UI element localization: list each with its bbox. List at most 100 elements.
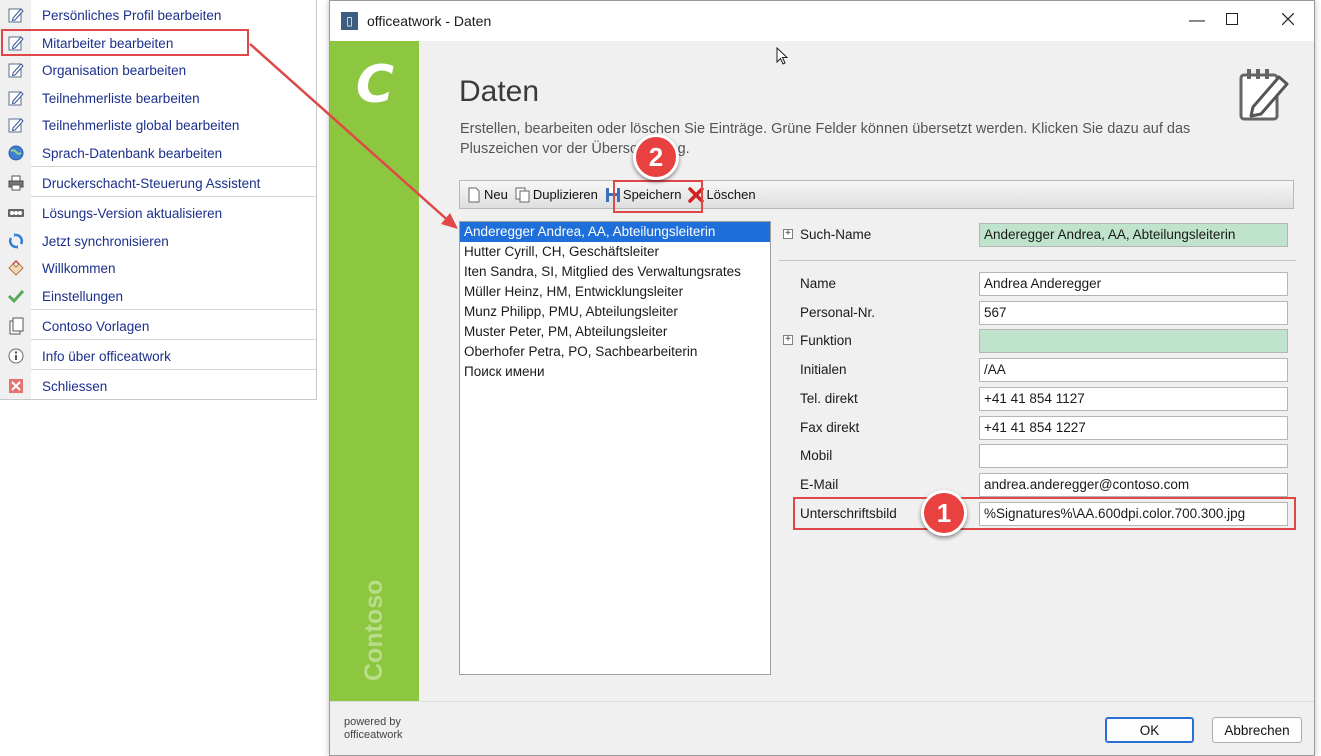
duplicate-button[interactable]: Duplizieren <box>515 184 598 206</box>
mobil-field[interactable] <box>979 444 1288 468</box>
fax-direkt-field[interactable]: +41 41 854 1227 <box>979 416 1288 440</box>
powered-by-text: powered by officeatwork <box>344 716 403 742</box>
menu-item-persoenliches-profil[interactable]: Persönliches Profil bearbeiten <box>0 2 316 28</box>
personal-nr-field[interactable]: 567 <box>979 301 1288 325</box>
menu-item-label: Einstellungen <box>42 288 124 304</box>
menu-item-label: Druckerschacht-Steuerung Assistent <box>42 175 261 191</box>
brand-sidebar: C Contoso <box>330 41 419 701</box>
funktion-field[interactable] <box>979 329 1288 353</box>
expand-icon[interactable]: + <box>783 335 793 345</box>
ok-button[interactable]: OK <box>1105 717 1194 743</box>
callout-badge-1: 1 <box>921 490 967 536</box>
field-label: Name <box>800 276 837 291</box>
field-row-email: E-Mail andrea.anderegger@contoso.com <box>779 473 1299 497</box>
field-row-name: Name Andrea Anderegger <box>779 272 1299 296</box>
menu-item-label: Jetzt synchronisieren <box>42 233 169 249</box>
edit-icon <box>0 116 31 134</box>
toolbar: Neu Duplizieren Speichern Löschen <box>459 180 1294 209</box>
menu-item-contoso-vorlagen[interactable]: Contoso Vorlagen <box>0 313 316 339</box>
field-label: Personal-Nr. <box>800 305 876 320</box>
list-item[interactable]: Поиск имени <box>460 362 770 382</box>
field-row-mobil: Mobil <box>779 444 1299 468</box>
name-field[interactable]: Andrea Anderegger <box>979 272 1288 296</box>
menu-item-organisation[interactable]: Organisation bearbeiten <box>0 57 316 83</box>
list-item[interactable]: Oberhofer Petra, PO, Sachbearbeiterin <box>460 342 770 362</box>
field-label: Tel. direkt <box>800 391 858 406</box>
edit-document-icon <box>1237 67 1293 128</box>
menu-separator <box>31 166 316 167</box>
context-menu: Persönliches Profil bearbeiten Mitarbeit… <box>0 0 317 400</box>
dialog-footer: powered by officeatwork OK Abbrechen <box>330 701 1314 755</box>
list-item[interactable]: Iten Sandra, SI, Mitglied des Verwaltung… <box>460 262 770 282</box>
highlight-box-mitarbeiter <box>1 29 249 56</box>
menu-item-druckerschacht[interactable]: Druckerschacht-Steuerung Assistent <box>0 170 316 196</box>
update-icon <box>0 204 31 222</box>
field-row-initialen: Initialen /AA <box>779 358 1299 382</box>
close-icon <box>1281 12 1295 30</box>
menu-item-label: Contoso Vorlagen <box>42 318 150 334</box>
field-row-funktion: + Funktion <box>779 329 1299 353</box>
title-bar: ▯ officeatwork - Daten — <box>330 1 1314 41</box>
menu-separator <box>31 196 316 197</box>
initialen-field[interactable]: /AA <box>979 358 1288 382</box>
powered-by-line2: officeatwork <box>344 729 403 741</box>
field-label: Initialen <box>800 362 847 377</box>
email-field[interactable]: andrea.anderegger@contoso.com <box>979 473 1288 497</box>
menu-item-info[interactable]: Info über officeatwork <box>0 343 316 369</box>
close-icon <box>0 377 31 395</box>
page-title: Daten <box>459 75 540 108</box>
brand-name-vertical: Contoso <box>360 579 388 681</box>
app-logo-icon: ▯ <box>341 12 358 30</box>
menu-item-loesungs-version[interactable]: Lösungs-Version aktualisieren <box>0 200 316 226</box>
field-label: E-Mail <box>800 477 839 492</box>
menu-item-einstellungen[interactable]: Einstellungen <box>0 283 316 309</box>
maximize-button[interactable] <box>1209 7 1255 35</box>
window-title: officeatwork - Daten <box>367 13 492 29</box>
search-name-field[interactable]: Anderegger Andrea, AA, Abteilungsleiteri… <box>979 223 1288 247</box>
menu-item-teilnehmerliste-global[interactable]: Teilnehmerliste global bearbeiten <box>0 112 316 138</box>
close-window-button[interactable] <box>1265 7 1311 35</box>
menu-item-label: Persönliches Profil bearbeiten <box>42 7 222 23</box>
field-row-tel-direkt: Tel. direkt +41 41 854 1127 <box>779 387 1299 411</box>
menu-item-schliessen[interactable]: Schliessen <box>0 373 316 399</box>
maximize-icon <box>1226 12 1238 30</box>
entry-list[interactable]: Anderegger Andrea, AA, Abteilungsleiteri… <box>459 221 771 675</box>
menu-item-teilnehmerliste[interactable]: Teilnehmerliste bearbeiten <box>0 85 316 111</box>
brand-logo: C <box>355 55 395 115</box>
list-item[interactable]: Anderegger Andrea, AA, Abteilungsleiteri… <box>460 222 770 242</box>
new-button[interactable]: Neu <box>466 184 508 206</box>
globe-icon <box>0 144 31 162</box>
field-label: Fax direkt <box>800 420 860 435</box>
field-row-search-name: + Such-Name Anderegger Andrea, AA, Abtei… <box>779 223 1299 247</box>
menu-item-label: Lösungs-Version aktualisieren <box>42 205 223 221</box>
printer-icon <box>0 174 31 192</box>
menu-item-label: Info über officeatwork <box>42 348 171 364</box>
expand-icon[interactable]: + <box>783 229 793 239</box>
list-item[interactable]: Muster Peter, PM, Abteilungsleiter <box>460 322 770 342</box>
edit-icon <box>0 61 31 79</box>
list-item[interactable]: Müller Heinz, HM, Entwicklungsleiter <box>460 282 770 302</box>
welcome-icon <box>0 259 31 277</box>
field-label: Mobil <box>800 448 833 463</box>
menu-separator <box>31 309 316 310</box>
highlight-box-unterschriftsbild <box>793 497 1296 530</box>
menu-item-label: Teilnehmerliste bearbeiten <box>42 90 200 106</box>
field-row-fax-direkt: Fax direkt +41 41 854 1227 <box>779 416 1299 440</box>
new-button-label: Neu <box>484 187 508 202</box>
menu-item-synchronisieren[interactable]: Jetzt synchronisieren <box>0 228 316 254</box>
list-item[interactable]: Munz Philipp, PMU, Abteilungsleiter <box>460 302 770 322</box>
delete-button-label: Löschen <box>706 187 756 202</box>
tel-direkt-field[interactable]: +41 41 854 1127 <box>979 387 1288 411</box>
edit-icon <box>0 89 31 107</box>
menu-separator <box>31 339 316 340</box>
menu-item-label: Willkommen <box>42 260 116 276</box>
cancel-button[interactable]: Abbrechen <box>1212 717 1302 743</box>
menu-item-sprach-datenbank[interactable]: Sprach-Datenbank bearbeiten <box>0 140 316 166</box>
list-item[interactable]: Hutter Cyrill, CH, Geschäftsleiter <box>460 242 770 262</box>
menu-item-willkommen[interactable]: Willkommen <box>0 255 316 281</box>
dialog-window: ▯ officeatwork - Daten — C Contoso Daten… <box>329 0 1315 756</box>
form-separator <box>779 260 1296 261</box>
checkmark-icon <box>0 287 31 305</box>
duplicate-icon <box>515 187 531 203</box>
edit-icon <box>0 6 31 24</box>
